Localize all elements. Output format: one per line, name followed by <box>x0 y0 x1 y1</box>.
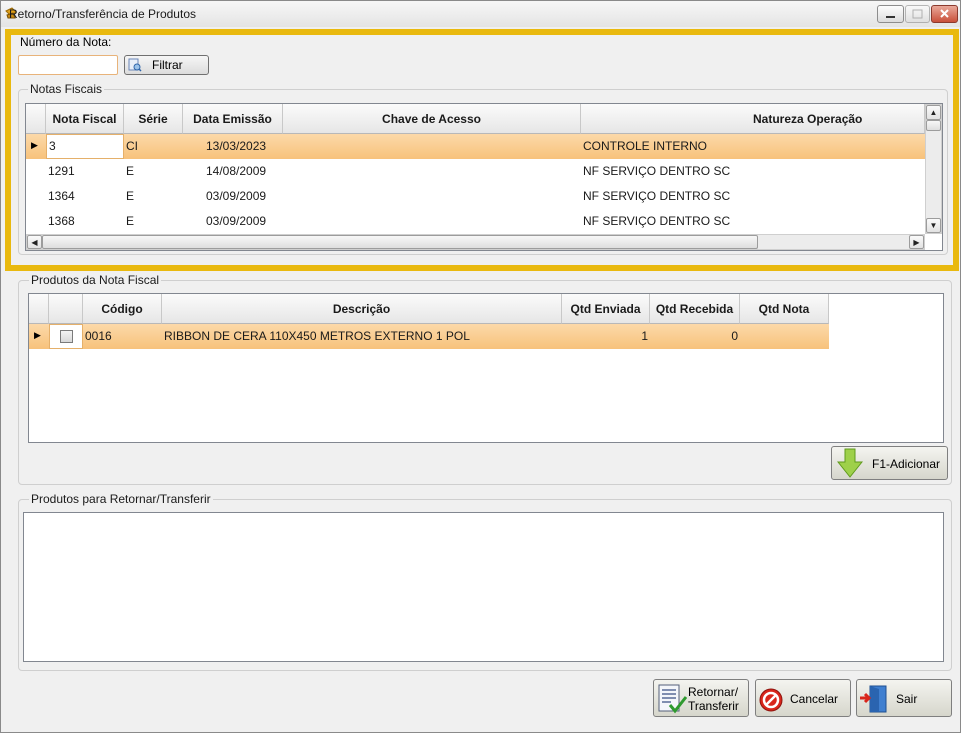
cancel-icon <box>759 688 783 712</box>
produtos-col-qtd-enviada[interactable]: Qtd Enviada <box>562 294 650 324</box>
add-button[interactable]: F1-Adicionar <box>831 446 948 480</box>
scroll-left-icon[interactable]: ◀ <box>27 235 42 249</box>
retornar-line1: Retornar/ <box>688 685 739 699</box>
nota-cell: 1364 <box>48 189 75 203</box>
filter-button[interactable]: Filtrar <box>124 55 209 75</box>
minimize-button[interactable] <box>877 5 904 23</box>
close-icon <box>940 9 949 18</box>
current-cell-outline <box>46 134 124 159</box>
serie-cell: E <box>126 214 135 228</box>
notas-fiscais-group-title: Notas Fiscais <box>28 82 105 96</box>
exit-button-label: Sair <box>896 692 918 706</box>
nota-cell: 3 <box>49 139 56 153</box>
data-cell: 13/03/2023 <box>206 139 267 153</box>
arrow-down-icon <box>837 448 863 478</box>
scroll-up-icon[interactable]: ▲ <box>926 105 941 120</box>
retorno-group-title: Produtos para Retornar/Transferir <box>29 492 213 506</box>
table-row[interactable] <box>26 134 925 159</box>
produtos-col-descricao[interactable]: Descrição <box>162 294 562 324</box>
nota-number-input[interactable] <box>18 55 118 75</box>
scroll-right-icon[interactable]: ▶ <box>909 235 924 249</box>
qtd-recebida-cell: 0 <box>731 329 738 343</box>
produtos-col-qtd-recebida[interactable]: Qtd Recebida <box>650 294 740 324</box>
nota-number-label: Número da Nota: <box>20 35 112 49</box>
maximize-icon <box>912 9 923 19</box>
minimize-icon <box>886 16 895 18</box>
notas-col-data-emissao[interactable]: Data Emissão <box>183 104 283 134</box>
row-checkbox[interactable] <box>60 330 73 343</box>
table-row[interactable] <box>26 184 925 209</box>
add-button-label: F1-Adicionar <box>872 457 941 471</box>
filter-icon <box>128 58 142 72</box>
row-indicator-icon: ▶ <box>34 330 41 340</box>
nota-cell: 1291 <box>48 164 75 178</box>
data-cell: 14/08/2009 <box>206 164 267 178</box>
serie-cell: CI <box>126 139 138 153</box>
retorno-grid[interactable] <box>23 512 944 662</box>
scroll-down-icon[interactable]: ▼ <box>926 218 941 233</box>
retornar-transferir-button[interactable]: Retornar/ Transferir <box>653 679 749 717</box>
exit-button[interactable]: Sair <box>856 679 952 717</box>
produtos-col-codigo[interactable]: Código <box>83 294 162 324</box>
window-title: Retorno/Transferência de Produtos <box>9 7 196 21</box>
maximize-button[interactable] <box>905 5 930 23</box>
row-indicator-icon: ▶ <box>31 140 38 150</box>
codigo-cell: 0016 <box>85 329 112 343</box>
natureza-cell: CONTROLE INTERNO <box>583 139 708 153</box>
qtd-enviada-cell: 1 <box>641 329 648 343</box>
filter-button-label: Filtrar <box>152 58 183 72</box>
produtos-nota-group-title: Produtos da Nota Fiscal <box>29 273 162 287</box>
natureza-cell: NF SERVIÇO DENTRO SC <box>583 164 731 178</box>
data-cell: 03/09/2009 <box>206 189 267 203</box>
serie-cell: E <box>126 164 135 178</box>
cancel-button-label: Cancelar <box>790 692 839 706</box>
table-row[interactable] <box>26 209 925 234</box>
produtos-col-check[interactable] <box>49 294 83 324</box>
produtos-row-header-corner <box>29 294 49 324</box>
horizontal-scroll-thumb[interactable] <box>42 235 758 249</box>
document-check-icon <box>658 684 687 714</box>
notas-col-chave-acesso[interactable]: Chave de Acesso <box>283 104 581 134</box>
descricao-cell: RIBBON DE CERA 110X450 METROS EXTERNO 1 … <box>164 329 470 343</box>
natureza-cell: NF SERVIÇO DENTRO SC <box>583 189 731 203</box>
exit-door-icon <box>860 685 887 713</box>
notas-col-serie[interactable]: Série <box>124 104 183 134</box>
nota-cell: 1368 <box>48 214 75 228</box>
cancel-button[interactable]: Cancelar <box>755 679 851 717</box>
produtos-col-qtd-nota[interactable]: Qtd Nota <box>740 294 829 324</box>
notas-col-natureza[interactable]: Natureza Operação <box>581 104 925 134</box>
natureza-cell: NF SERVIÇO DENTRO SC <box>583 214 731 228</box>
data-cell: 03/09/2009 <box>206 214 267 228</box>
notas-row-header-corner <box>26 104 46 134</box>
retornar-line2: Transferir <box>688 699 739 713</box>
close-button[interactable] <box>931 5 958 23</box>
table-row[interactable] <box>26 159 925 184</box>
vertical-scroll-thumb[interactable] <box>926 120 941 131</box>
serie-cell: E <box>126 189 135 203</box>
notas-col-nota-fiscal[interactable]: Nota Fiscal <box>46 104 124 134</box>
